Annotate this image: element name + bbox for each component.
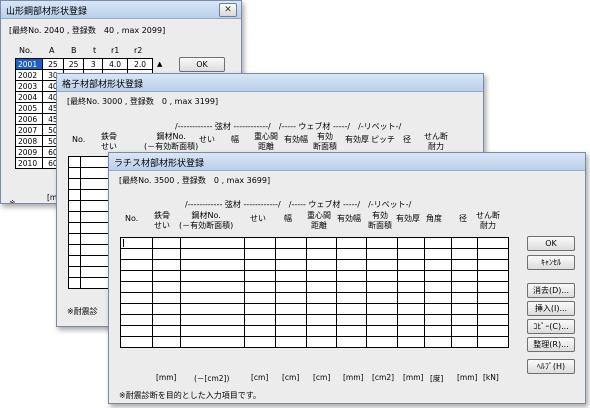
unit-label: [mm] — [457, 373, 478, 382]
lattice-titlebar[interactable]: 格子材部材形状登録 — [57, 74, 483, 92]
col-header-r1: r1 — [111, 46, 120, 55]
unit-label: [mm] — [156, 373, 177, 382]
window-title: 格子材部材形状登録 — [62, 80, 144, 90]
unit-label: [cm] — [251, 373, 269, 382]
table-cell[interactable]: 3 — [83, 58, 104, 70]
unit-label: [cm] — [282, 373, 300, 382]
unit-label: (－[cm2]) — [194, 374, 230, 383]
lacing-titlebar[interactable]: ラチス材部材形状登録 — [109, 153, 585, 171]
unit-label: [度] — [430, 374, 444, 383]
table-cell[interactable]: 2009 — [15, 146, 43, 158]
table-cell[interactable]: 2008 — [15, 135, 43, 147]
col-header-width: 幅 — [231, 135, 239, 144]
col-header-no: No. — [125, 214, 139, 223]
table-cell[interactable]: 2004 — [15, 91, 43, 103]
col-header-shear: せん断 耐力 — [424, 132, 448, 151]
lacing-window: ラチス材部材形状登録 [最終No. 3500 , 登録数 0 , max 369… — [108, 152, 586, 404]
col-header-steel-height: 鉄骨 せい — [101, 132, 117, 151]
col-header-eff-area: 有効 断面積 — [368, 211, 392, 230]
ok-button[interactable]: OK — [179, 57, 225, 72]
table-cell[interactable]: 2006 — [15, 113, 43, 125]
table-row — [120, 259, 509, 271]
close-icon[interactable]: ✕ — [219, 3, 237, 17]
col-header-t: t — [93, 46, 97, 55]
footnote: ※耐震診 — [67, 307, 98, 316]
registration-info: [最終No. 3500 , 登録数 0 , max 3699] — [119, 176, 271, 185]
col-header-pitch: ピッチ — [371, 135, 395, 144]
lacing-grid[interactable] — [120, 237, 509, 348]
help-button[interactable]: ﾍﾙﾌﾟ(H) — [527, 359, 575, 374]
table-cell[interactable]: 2010 — [15, 157, 43, 169]
footnote: ※耐震診断を目的とした入力項目です。 — [119, 391, 261, 400]
col-header-centroid: 重心間 距離 — [307, 211, 331, 230]
col-header-eff-width: 有効幅 — [337, 214, 361, 223]
col-header-shear: せん断 耐力 — [476, 211, 500, 230]
col-header-no: No. — [19, 46, 33, 55]
col-header-eff-thickness: 有効厚 — [396, 214, 420, 223]
footnote: ※ — [9, 199, 16, 204]
scroll-up-arrow-icon[interactable]: ▲ — [157, 60, 162, 68]
table-row — [120, 325, 509, 337]
organize-button[interactable]: 整理(R)... — [527, 337, 575, 352]
table-row — [120, 314, 509, 326]
unit-label: [kN] — [483, 373, 499, 382]
table-row: 2001 25 25 3 4.0 2.0 — [15, 58, 153, 70]
table-cell[interactable]: 25 — [62, 58, 85, 70]
registration-info: [最終No. 3000 , 登録数 0 , max 3199] — [67, 97, 219, 106]
col-header-height: せい — [250, 214, 266, 223]
table-row — [120, 237, 509, 249]
col-header-angle: 角度 — [426, 214, 442, 223]
table-cell[interactable]: 2005 — [15, 102, 43, 114]
group-header: /------------ 弦材 ------------/ /----- ウェ… — [175, 122, 402, 131]
delete-button[interactable]: 消去(D)... — [527, 283, 575, 298]
col-header-diameter: 径 — [403, 135, 411, 144]
col-header-a: A — [49, 46, 55, 55]
table-cell[interactable]: 2002 — [15, 69, 43, 81]
col-header-centroid: 重心間 距離 — [254, 132, 278, 151]
table-row — [120, 336, 509, 348]
col-header-eff-area: 有効 断面積 — [313, 132, 337, 151]
table-row — [120, 270, 509, 282]
unit-label: [cm2] — [372, 373, 395, 382]
unit-label: [mm] — [403, 373, 424, 382]
text-cursor — [123, 239, 124, 247]
table-row — [120, 303, 509, 315]
col-header-width: 幅 — [284, 214, 292, 223]
cancel-button[interactable]: ｷｬﾝｾﾙ — [527, 255, 575, 270]
table-row — [120, 292, 509, 304]
col-header-diameter: 径 — [459, 214, 467, 223]
col-header-eff-thickness: 有効厚 — [345, 135, 369, 144]
col-header-eff-width: 有効幅 — [284, 135, 308, 144]
table-row — [120, 281, 509, 293]
col-header-height: せい — [199, 135, 215, 144]
table-row — [120, 248, 509, 260]
table-cell[interactable]: 25 — [41, 58, 64, 70]
unit-label: [mm] — [343, 373, 364, 382]
table-cell[interactable]: 4.0 — [102, 58, 129, 70]
col-header-r2: r2 — [134, 46, 143, 55]
insert-button[interactable]: 挿入(I)... — [527, 301, 575, 316]
ok-button[interactable]: OK — [527, 236, 575, 251]
copy-button[interactable]: ｺﾋﾟｰ(C)... — [527, 319, 575, 334]
col-header-no: No. — [72, 135, 86, 144]
table-cell[interactable]: 2003 — [15, 80, 43, 92]
col-header-steel-height: 鉄骨 せい — [154, 211, 170, 230]
window-title: 山形鋼部材形状登録 — [6, 7, 88, 17]
group-header: /------------ 弦材 ------------/ /----- ウェ… — [185, 200, 412, 209]
table-cell[interactable]: 2007 — [15, 124, 43, 136]
registration-info: [最終No. 2040 , 登録数 40 , max 2099] — [9, 26, 166, 35]
col-header-steel-no: 鋼材No. (－有効断面積) — [179, 211, 234, 230]
col-header-steel-no: 鋼材No. (－有効断面積) — [144, 132, 199, 151]
window-title: ラチス材部材形状登録 — [114, 159, 205, 169]
angle-steel-titlebar[interactable]: 山形鋼部材形状登録 ✕ — [1, 1, 241, 19]
unit-label: [cm] — [313, 373, 331, 382]
table-cell[interactable]: 2.0 — [127, 58, 153, 70]
table-cell[interactable]: 2001 — [15, 58, 43, 70]
col-header-b: B — [71, 46, 77, 55]
